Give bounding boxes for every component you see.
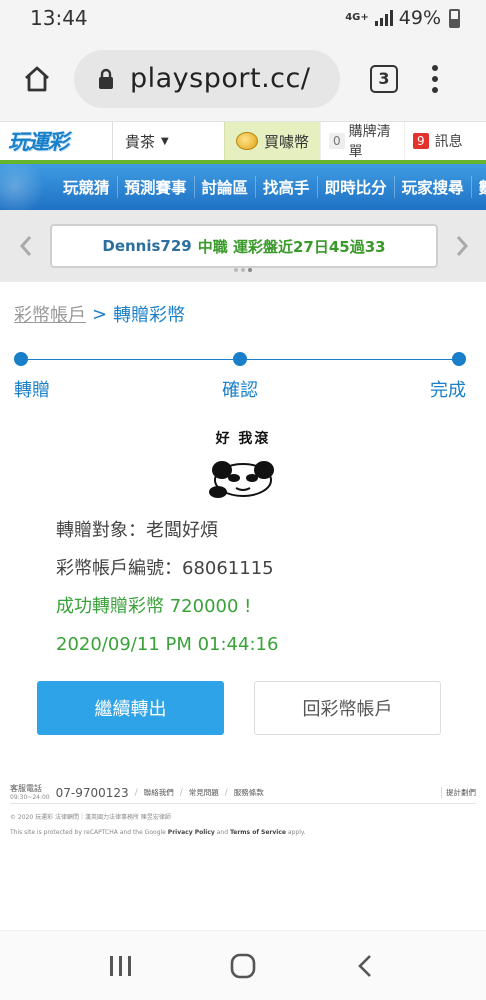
home-circle-icon (230, 953, 256, 978)
messages-label: 訊息 (434, 134, 463, 150)
cart-label: 購牌清單 (348, 124, 391, 160)
user-menu[interactable]: 貴茶 ▼ (112, 122, 224, 160)
chevron-right-icon (456, 236, 469, 256)
service-label-text: 客服電話 (10, 783, 42, 793)
sticker-caption: 好 我滾 (215, 431, 271, 447)
logo-text: 玩運彩 (8, 130, 69, 154)
privacy-policy-link[interactable]: Privacy Policy (168, 829, 215, 836)
recent-apps-button[interactable] (101, 946, 141, 986)
site-logo[interactable]: 玩運彩 (0, 122, 112, 160)
status-bar: 13:44 4G+ 49% (0, 0, 486, 36)
caret-down-icon: ▼ (161, 135, 169, 147)
main-nav: 玩競猜 預測賽事 討論區 找高手 即時比分 玩家搜尋 數據 (0, 164, 486, 210)
step-label-confirm: 確認 (222, 380, 258, 401)
ticker-prev-button[interactable] (14, 235, 38, 257)
ticker-text: 中職 運彩盤近27日45過33 (197, 237, 386, 256)
browser-toolbar: playsport.cc/ 3 (0, 36, 486, 122)
nav-item-predict[interactable]: 預測賽事 (118, 176, 195, 198)
status-time: 13:44 (30, 6, 88, 30)
browser-menu-button[interactable] (432, 64, 438, 93)
battery-percent: 49% (398, 7, 441, 29)
buy-coins-button[interactable]: 買噱幣 (224, 122, 320, 160)
message-count-badge: 9 (413, 133, 429, 149)
cart-count-badge: 0 (329, 133, 345, 149)
nav-item-player-search[interactable]: 玩家搜尋 (395, 176, 472, 198)
network-type: 4G+ (345, 12, 369, 23)
nav-item-livescore[interactable]: 即時比分 (318, 176, 395, 198)
coin-icon (235, 132, 258, 150)
recent-apps-icon (110, 955, 131, 976)
url-text: playsport.cc/ (130, 63, 311, 94)
site-footer: 客服電話 09:30~24:00 07-9700123 / 聯絡我們 / 常見問… (0, 782, 486, 836)
success-message: 成功轉贈彩幣 720000 ! (56, 596, 252, 617)
service-phone[interactable]: 07-9700123 (56, 786, 129, 800)
home-button[interactable] (20, 62, 54, 96)
chevron-left-icon (19, 236, 32, 256)
service-phone-label: 客服電話 09:30~24:00 (10, 784, 50, 802)
action-buttons: 繼續轉出 回彩幣帳戶 (37, 681, 441, 735)
back-nav-button[interactable] (345, 946, 385, 986)
breadcrumb-coin-account[interactable]: 彩幣帳戶 (14, 301, 86, 327)
footer-link-terms[interactable]: 服務條款 (234, 787, 264, 798)
ticker-message[interactable]: Dennis729 中職 運彩盤近27日45過33 (50, 224, 438, 268)
transfer-result: 轉贈對象：老闆好煩 彩幣帳戶編號：68061115 成功轉贈彩幣 720000 … (56, 516, 278, 668)
back-chevron-icon (358, 954, 371, 977)
nav-item-guess[interactable]: 玩競猜 (56, 176, 118, 198)
system-navigation-bar (0, 930, 486, 1000)
battery-icon (449, 8, 460, 28)
account-number-text: 彩幣帳戶編號：68061115 (56, 558, 274, 579)
buy-coins-label: 買噱幣 (263, 132, 309, 151)
signal-icon (374, 10, 393, 26)
breadcrumb-separator: > (92, 303, 108, 325)
address-bar[interactable]: playsport.cc/ (74, 49, 340, 108)
breadcrumb: 彩幣帳戶 > 轉贈彩幣 (0, 300, 486, 328)
recaptcha-apply: apply. (287, 829, 306, 836)
recipient-text: 轉贈對象：老闆好煩 (56, 520, 218, 541)
footer-copyright: © 2020 玩運彩 法律顧問｜漢英國力法律事務所 陳昱宏律師 (10, 814, 171, 821)
cart-link[interactable]: 0 購牌清單 (320, 122, 404, 160)
step-dot-confirm (233, 352, 247, 366)
step-label-transfer: 轉贈 (14, 380, 50, 401)
transfer-datetime: 2020/09/11 PM 01:44:16 (56, 634, 279, 655)
progress-steps: 轉贈 確認 完成 (14, 352, 466, 402)
nav-item-experts[interactable]: 找高手 (256, 176, 318, 198)
site-header: 玩運彩 貴茶 ▼ 買噱幣 0 購牌清單 9 訊息 (0, 122, 486, 164)
ticker-user: Dennis729 (102, 237, 192, 255)
footer-recaptcha-notice: This site is protected by reCAPTCHA and … (10, 829, 476, 836)
ticker-next-button[interactable] (450, 235, 474, 257)
status-indicators: 4G+ 49% (345, 7, 460, 29)
footer-contact-row: 客服電話 09:30~24:00 07-9700123 / 聯絡我們 / 常見問… (10, 782, 476, 804)
service-hours: 09:30~24:00 (10, 793, 50, 801)
continue-transfer-button[interactable]: 繼續轉出 (37, 681, 224, 735)
tab-switcher-button[interactable]: 3 (370, 64, 398, 93)
lock-icon (96, 66, 116, 92)
step-dot-transfer (14, 352, 28, 366)
footer-link-contact[interactable]: 聯絡我們 (144, 787, 174, 798)
home-nav-button[interactable] (223, 946, 263, 986)
back-to-account-button[interactable]: 回彩幣帳戶 (254, 681, 441, 735)
panda-meme-sticker: 好 我滾 (208, 428, 278, 500)
footer-link-right[interactable]: 提計劃們 (441, 787, 476, 798)
step-dot-complete (452, 352, 466, 366)
footer-link-faq[interactable]: 常見問題 (189, 787, 219, 798)
messages-link[interactable]: 9 訊息 (404, 122, 486, 160)
nav-item-forum[interactable]: 討論區 (195, 176, 257, 198)
recaptcha-and: and (216, 829, 229, 836)
breadcrumb-current: 轉贈彩幣 (113, 305, 186, 326)
home-icon (25, 66, 49, 91)
ticker-area: Dennis729 中職 運彩盤近27日45過33 (0, 210, 486, 282)
ticker-pagination (234, 268, 252, 272)
step-label-complete: 完成 (430, 380, 466, 401)
panda-face-icon (209, 461, 274, 498)
terms-of-service-link[interactable]: Terms of Service (230, 829, 286, 836)
recaptcha-text: This site is protected by reCAPTCHA and … (10, 829, 166, 836)
user-name: 貴茶 (125, 132, 156, 151)
nav-item-stats[interactable]: 數據 (472, 176, 486, 198)
